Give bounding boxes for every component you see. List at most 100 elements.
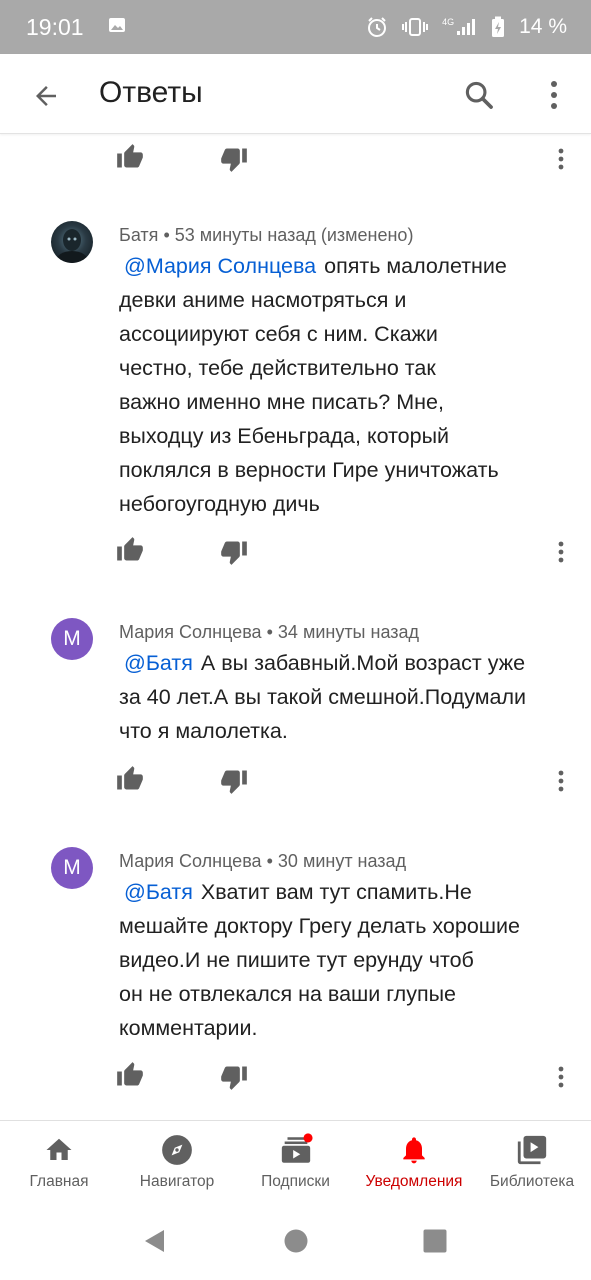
comment-line: важно именно мне писать? Мне, [119, 390, 444, 414]
search-icon [465, 81, 493, 109]
app-bar: Ответы [0, 54, 591, 134]
bell-icon [396, 1133, 432, 1167]
nav-item-subscriptions[interactable]: Подписки [236, 1121, 355, 1201]
replies-list[interactable]: Батя • 53 минуты назад (изменено) @Мария… [0, 135, 591, 1120]
vibrate-icon [402, 17, 429, 37]
like-button[interactable] [116, 765, 148, 797]
dislike-button[interactable] [220, 767, 252, 799]
more-vert-icon [558, 148, 564, 170]
system-recents-button[interactable] [422, 1228, 448, 1259]
like-button[interactable] [116, 1061, 148, 1093]
search-button[interactable] [458, 74, 500, 116]
more-vert-icon [558, 541, 564, 563]
circle-home-icon [284, 1229, 308, 1253]
meta-separator: • [266, 622, 273, 642]
comment-text: @Батя А вы забавный.Мой возраст уже за 40… [119, 646, 569, 748]
square-recents-icon [423, 1229, 447, 1253]
comment-time: 30 минут назад [277, 851, 407, 871]
comment-line: честно, тебе действительно так [119, 356, 436, 380]
comment-more-button[interactable] [548, 143, 574, 175]
comment-meta: Мария Солнцева • 34 минуты назад [119, 622, 419, 643]
nav-item-explore[interactable]: Навигатор [118, 1121, 236, 1201]
comment-text: @Мария Солнцева опять малолетние девки ан… [119, 249, 569, 521]
comment-meta: Батя • 53 минуты назад (изменено) [119, 225, 413, 246]
nav-label: Библиотека [489, 1173, 575, 1190]
comment-time: 53 минуты назад (изменено) [174, 225, 414, 245]
library-icon [514, 1133, 550, 1167]
avatar[interactable] [51, 221, 93, 263]
system-home-button[interactable] [283, 1228, 309, 1259]
image-icon [108, 16, 126, 39]
avatar[interactable]: M [51, 618, 93, 660]
avatar-letter: M [63, 856, 81, 879]
home-icon [41, 1133, 77, 1167]
dislike-button[interactable] [220, 1063, 252, 1095]
more-vert-icon [558, 770, 564, 792]
nav-item-notifications[interactable]: Уведомления [355, 1121, 473, 1201]
status-bar: 19:01 4G 14 % [0, 0, 591, 54]
like-button[interactable] [116, 536, 148, 568]
comment-actions [0, 761, 591, 801]
comment-line: ассоциируют себя с ним. Скажи [119, 322, 438, 346]
comment-line: комментарии. [119, 1016, 258, 1040]
nav-label: Навигатор [139, 1173, 215, 1190]
bottom-navigation: Главная Навигатор Подписки Уведомления Б… [0, 1120, 591, 1200]
comment-line: поклялся в верности Гире уничтожать [119, 458, 499, 482]
more-vert-icon [551, 81, 557, 109]
triangle-back-icon [145, 1230, 164, 1252]
comment-line: @Мария Солнцева опять малолетние [124, 254, 507, 278]
system-back-button[interactable] [142, 1228, 168, 1259]
network-type: 4G [442, 17, 455, 27]
more-options-button[interactable] [538, 74, 570, 116]
dislike-button[interactable] [220, 538, 252, 570]
page-title: Ответы [99, 76, 203, 109]
dislike-button[interactable] [220, 145, 252, 177]
compass-icon [159, 1133, 195, 1167]
nav-label: Уведомления [365, 1173, 463, 1190]
comment-more-button[interactable] [548, 1061, 574, 1093]
comment-line: @Батя А вы забавный.Мой возраст уже [124, 651, 526, 675]
meta-separator: • [266, 851, 273, 871]
comment-actions [0, 532, 591, 572]
comment-more-button[interactable] [548, 536, 574, 568]
thumb-up-icon [117, 537, 143, 561]
comment-line: что я малолетка. [119, 719, 288, 743]
avatar[interactable]: M [51, 847, 93, 889]
mention-link[interactable]: @Батя [124, 880, 193, 904]
thumb-down-icon [221, 148, 247, 172]
comment-line: девки аниме насмотряться и [119, 288, 407, 312]
comment-line: небогоугодную дичь [119, 492, 320, 516]
comment-line: он не отвлекался на ваши глупые [119, 982, 457, 1006]
subscriptions-icon [278, 1133, 314, 1167]
thumb-up-icon [117, 766, 143, 790]
nav-item-home[interactable]: Главная [0, 1121, 118, 1201]
comment-meta: Мария Солнцева • 30 минут назад [119, 851, 406, 872]
mention-link[interactable]: @Батя [124, 651, 193, 675]
signal-icon: 4G [442, 17, 477, 37]
thumb-down-icon [221, 1066, 247, 1090]
comment-time: 34 минуты назад [277, 622, 420, 642]
thumb-up-icon [117, 1062, 143, 1086]
comment-more-button[interactable] [548, 765, 574, 797]
system-navigation-bar [0, 1200, 591, 1280]
comment-author[interactable]: Мария Солнцева [119, 622, 262, 642]
avatar-image [56, 229, 88, 263]
thumb-up-icon [117, 144, 143, 168]
more-vert-icon [558, 1066, 564, 1088]
comment-line: видео.И не пишите тут ерунду чтоб [119, 948, 474, 972]
mention-link[interactable]: @Мария Солнцева [124, 254, 316, 278]
comment-actions [0, 1057, 591, 1097]
status-time: 19:01 [26, 13, 84, 40]
comment-line: мешайте доктору Грегу делать хорошие [119, 914, 520, 938]
comment-author[interactable]: Батя [119, 225, 158, 245]
nav-item-library[interactable]: Библиотека [473, 1121, 591, 1201]
alarm-icon [366, 16, 388, 38]
comment-line: выходцу из Ебеньграда, который [119, 424, 450, 448]
thumb-down-icon [221, 770, 247, 794]
comment-author[interactable]: Мария Солнцева [119, 851, 262, 871]
meta-separator: • [163, 225, 170, 245]
back-button[interactable] [26, 76, 66, 116]
back-arrow-icon [36, 86, 56, 106]
comment-text: @Батя Хватит вам тут спамить.Не мешайте д… [119, 875, 569, 1045]
like-button[interactable] [116, 143, 148, 175]
